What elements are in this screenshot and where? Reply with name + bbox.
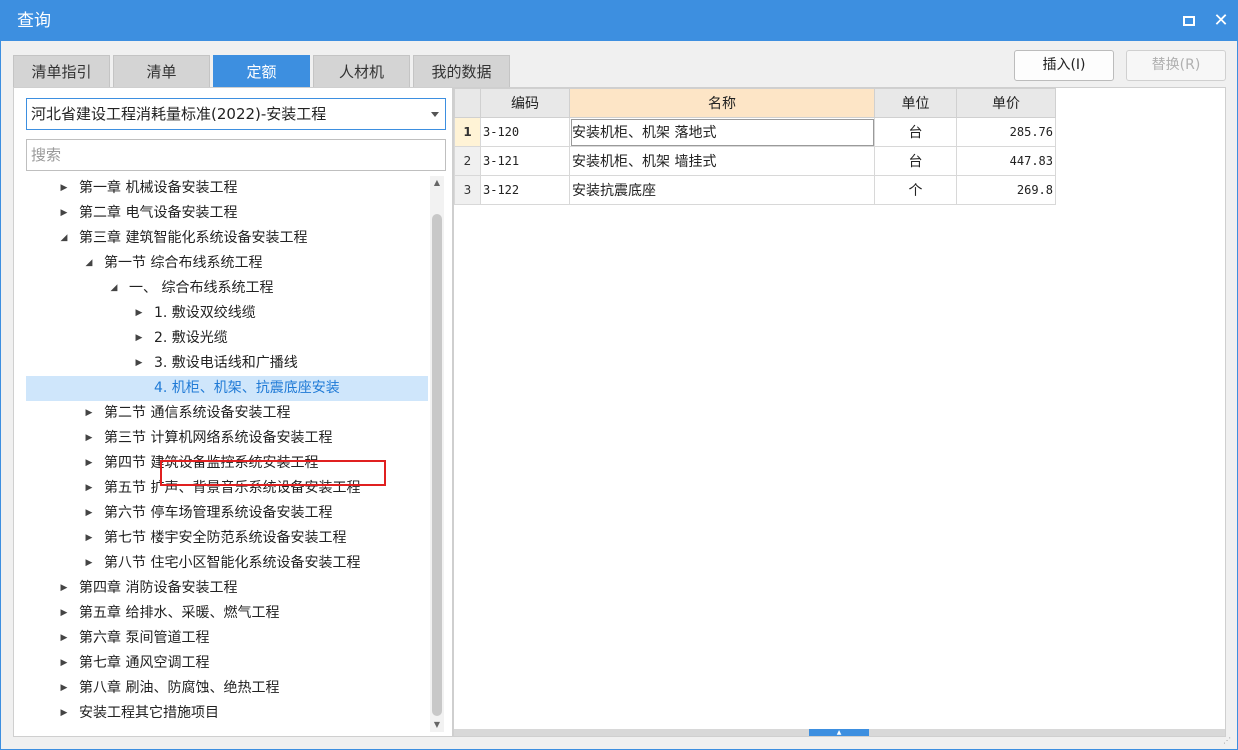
tree-node[interactable]: ▶ 第五章 给排水、采暖、燃气工程 (26, 601, 428, 626)
tree-node[interactable]: ◢ 一、 综合布线系统工程 (26, 276, 428, 301)
scroll-down-icon[interactable]: ▼ (430, 718, 444, 732)
expand-arrow-icon[interactable]: ▶ (58, 601, 70, 626)
expand-arrow-icon[interactable]: ▶ (83, 476, 95, 501)
tree-node[interactable]: ▶ 第二章 电气设备安装工程 (26, 201, 428, 226)
expand-arrow-icon[interactable]: ▶ (83, 426, 95, 451)
quota-table: 编码 名称 单位 单价 1 3-120 安装机柜、机架 落地式 台 285.76… (454, 88, 1056, 205)
table-row[interactable]: 2 3-121 安装机柜、机架 墙挂式 台 447.83 (454, 146, 1056, 176)
cell-code[interactable]: 3-122 (480, 175, 570, 205)
tree-node[interactable]: ▶ 安装工程其它措施项目 (26, 701, 428, 726)
horizontal-scrollbar[interactable]: ▲ (454, 729, 1225, 736)
tree-node[interactable]: ▶ 第一章 机械设备安装工程 (26, 176, 428, 201)
cell-code[interactable]: 3-120 (480, 117, 570, 147)
tree-node[interactable]: ▶ 1. 敷设双绞线缆 (26, 301, 428, 326)
maximize-icon[interactable] (1179, 11, 1199, 31)
tree-node[interactable]: ▶ 第二节 通信系统设备安装工程 (26, 401, 428, 426)
expand-arrow-icon[interactable]: ▶ (58, 176, 70, 201)
expand-arrow-icon[interactable]: ▶ (58, 626, 70, 651)
scroll-up-icon[interactable]: ▲ (430, 176, 444, 190)
search-input[interactable]: 搜索 (26, 139, 446, 171)
tree-node[interactable]: ▶ 第四章 消防设备安装工程 (26, 576, 428, 601)
expand-arrow-icon[interactable]: ▶ (58, 676, 70, 701)
collapse-arrow-icon[interactable]: ◢ (58, 226, 70, 251)
cell-name[interactable]: 安装机柜、机架 落地式 (569, 117, 875, 147)
column-header-price[interactable]: 单价 (956, 88, 1056, 118)
cell-code[interactable]: 3-121 (480, 146, 570, 176)
collapse-arrow-icon[interactable]: ◢ (108, 276, 120, 301)
row-number-header (454, 88, 481, 118)
tab-bill-guide[interactable]: 清单指引 (13, 55, 110, 87)
expand-arrow-icon[interactable]: ▶ (133, 351, 145, 376)
tree-node[interactable]: ▶ 第八章 刷油、防腐蚀、绝热工程 (26, 676, 428, 701)
tree-scrollbar[interactable]: ▲ ▼ (430, 176, 444, 732)
expand-arrow-icon[interactable]: ▶ (83, 451, 95, 476)
tree-node[interactable]: ◢ 第三章 建筑智能化系统设备安装工程 (26, 226, 428, 251)
column-header-unit[interactable]: 单位 (874, 88, 957, 118)
tree-node[interactable]: ▶ 3. 敷设电话线和广播线 (26, 351, 428, 376)
tab-quota[interactable]: 定额 (213, 55, 310, 87)
row-number[interactable]: 3 (454, 175, 481, 205)
resize-grip-icon[interactable]: ⋰ (1223, 736, 1233, 746)
tree-node[interactable]: ▶ 第五节 扩声、背景音乐系统设备安装工程 (26, 476, 428, 501)
table-row[interactable]: 3 3-122 安装抗震底座 个 269.8 (454, 175, 1056, 205)
expand-arrow-icon[interactable]: ▶ (58, 576, 70, 601)
tab-my-data[interactable]: 我的数据 (413, 55, 510, 87)
cell-unit[interactable]: 台 (874, 117, 957, 147)
expand-arrow-icon[interactable]: ▶ (83, 401, 95, 426)
tree-node[interactable]: ▶ 第四节 建筑设备监控系统安装工程 (26, 451, 428, 476)
tree-node[interactable]: ▶ 第八节 住宅小区智能化系统设备安装工程 (26, 551, 428, 576)
expand-arrow-icon[interactable]: ▶ (58, 701, 70, 726)
splitter-grip-icon[interactable]: ▲ (809, 729, 869, 736)
replace-button[interactable]: 替换(R) (1126, 50, 1226, 81)
quota-grid-panel: 编码 名称 单位 单价 1 3-120 安装机柜、机架 落地式 台 285.76… (453, 87, 1226, 737)
chapter-tree: ▶ 第一章 机械设备安装工程 ▶ 第二章 电气设备安装工程 ◢ 第三章 建筑智能化系统… (26, 176, 428, 736)
cell-name[interactable]: 安装机柜、机架 墙挂式 (569, 146, 875, 176)
expand-arrow-icon[interactable]: ▶ (133, 301, 145, 326)
chevron-down-icon (431, 112, 439, 117)
library-tree-panel: 河北省建设工程消耗量标准(2022)-安装工程 搜索 ▶ 第一章 机械设备安装工程… (13, 87, 453, 737)
library-select[interactable]: 河北省建设工程消耗量标准(2022)-安装工程 (26, 98, 446, 130)
insert-button[interactable]: 插入(I) (1014, 50, 1114, 81)
table-row[interactable]: 1 3-120 安装机柜、机架 落地式 台 285.76 (454, 117, 1056, 147)
tree-node[interactable]: ▶ 第六章 泵间管道工程 (26, 626, 428, 651)
close-icon[interactable]: ✕ (1211, 11, 1231, 31)
tree-node-selected[interactable]: 4. 机柜、机架、抗震底座安装 (26, 376, 428, 401)
expand-arrow-icon[interactable]: ▶ (83, 551, 95, 576)
tree-node[interactable]: ◢ 第一节 综合布线系统工程 (26, 251, 428, 276)
column-header-name[interactable]: 名称 (569, 88, 875, 118)
tab-labor-material-machine[interactable]: 人材机 (313, 55, 410, 87)
tab-bill[interactable]: 清单 (113, 55, 210, 87)
expand-arrow-icon[interactable]: ▶ (133, 326, 145, 351)
scroll-thumb[interactable] (432, 214, 442, 716)
expand-arrow-icon[interactable]: ▶ (58, 201, 70, 226)
library-select-value: 河北省建设工程消耗量标准(2022)-安装工程 (31, 105, 327, 123)
table-header-row: 编码 名称 单位 单价 (454, 88, 1056, 118)
cell-unit[interactable]: 台 (874, 146, 957, 176)
tree-node[interactable]: ▶ 2. 敷设光缆 (26, 326, 428, 351)
cell-name[interactable]: 安装抗震底座 (569, 175, 875, 205)
column-header-code[interactable]: 编码 (480, 88, 570, 118)
tree-node[interactable]: ▶ 第三节 计算机网络系统设备安装工程 (26, 426, 428, 451)
expand-arrow-icon[interactable]: ▶ (83, 501, 95, 526)
window-title: 查询 (17, 11, 51, 31)
query-dialog: 查询 ✕ 清单指引 清单 定额 人材机 我的数据 插入(I) 替换(R) 河北省… (0, 0, 1238, 750)
expand-arrow-icon[interactable]: ▶ (58, 651, 70, 676)
cell-unit[interactable]: 个 (874, 175, 957, 205)
collapse-arrow-icon[interactable]: ◢ (83, 251, 95, 276)
row-number[interactable]: 2 (454, 146, 481, 176)
tree-node[interactable]: ▶ 第七章 通风空调工程 (26, 651, 428, 676)
cell-price[interactable]: 285.76 (956, 117, 1056, 147)
title-bar[interactable]: 查询 ✕ (1, 1, 1237, 41)
tree-node[interactable]: ▶ 第七节 楼宇安全防范系统设备安装工程 (26, 526, 428, 551)
row-number[interactable]: 1 (454, 117, 481, 147)
expand-arrow-icon[interactable]: ▶ (83, 526, 95, 551)
tree-node[interactable]: ▶ 第六节 停车场管理系统设备安装工程 (26, 501, 428, 526)
cell-price[interactable]: 269.8 (956, 175, 1056, 205)
cell-price[interactable]: 447.83 (956, 146, 1056, 176)
